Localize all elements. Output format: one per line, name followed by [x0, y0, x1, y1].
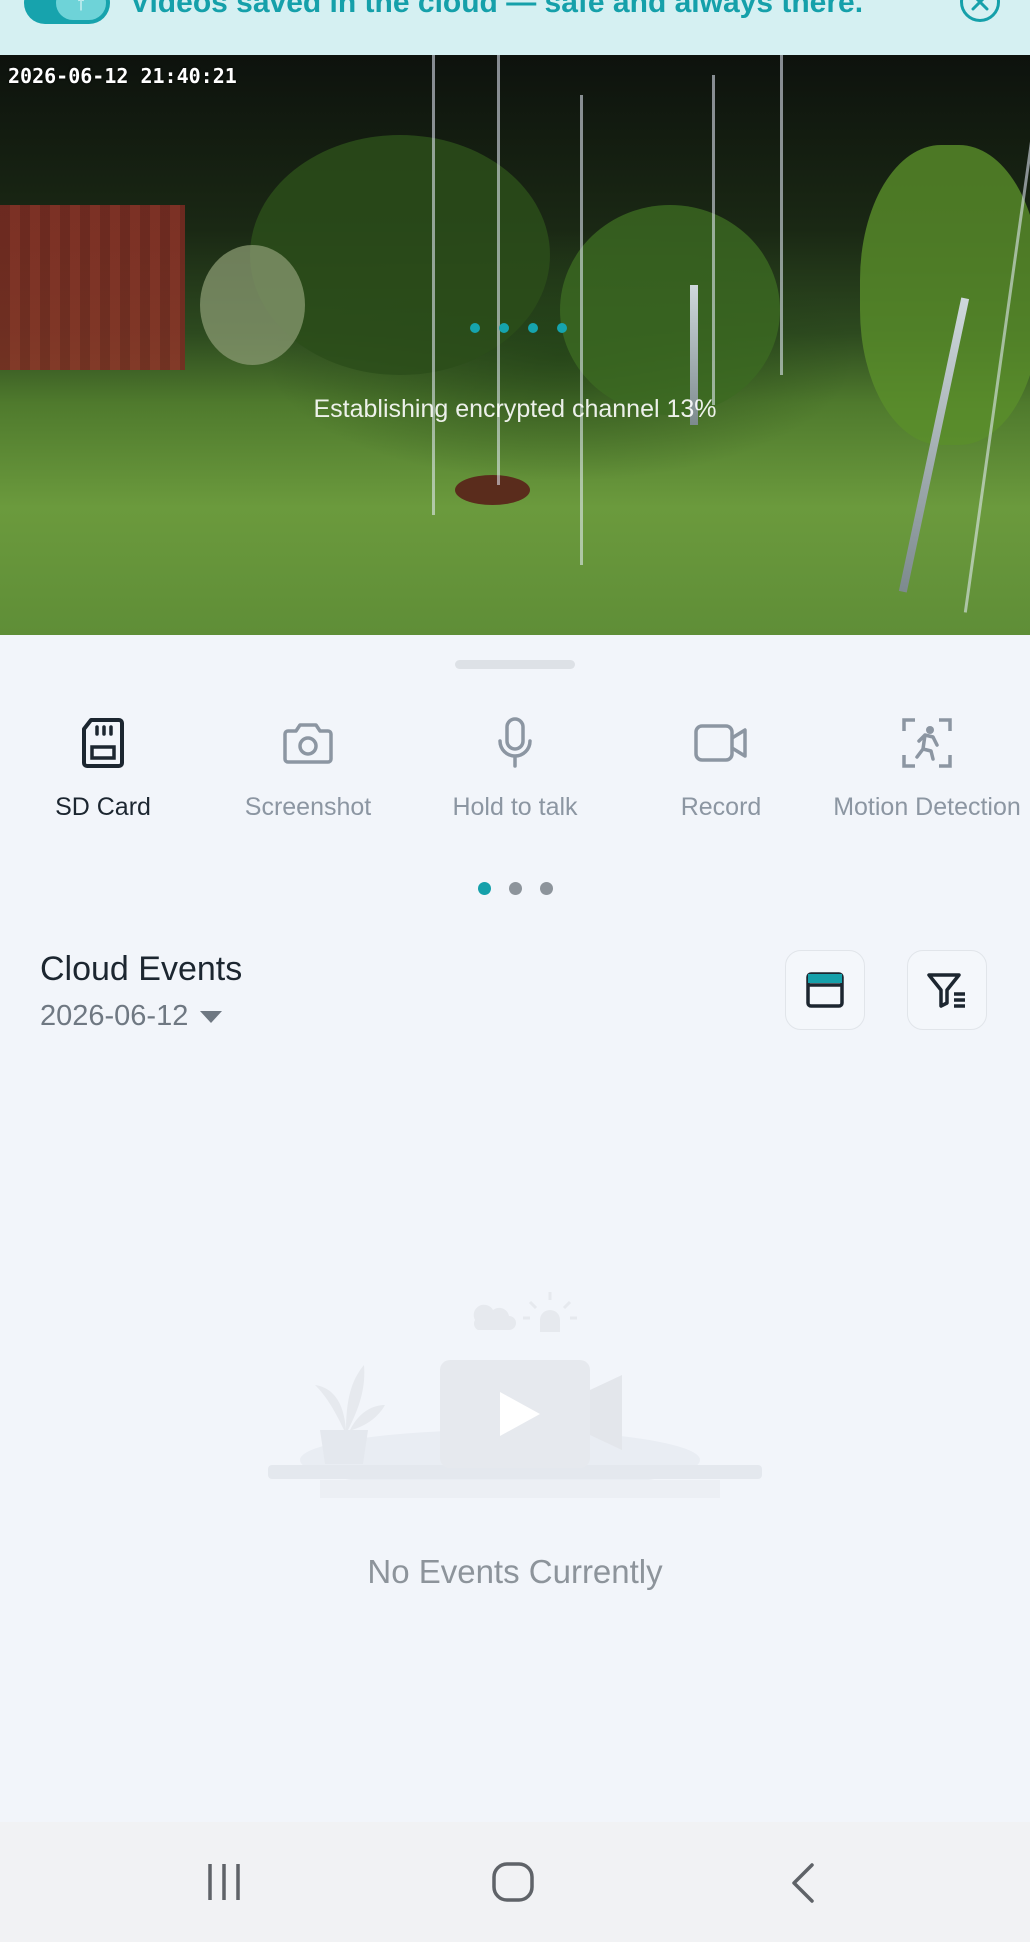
feed-scenery-mulch — [455, 475, 530, 505]
empty-events-illustration — [260, 1280, 770, 1520]
recent-apps-icon[interactable] — [204, 1862, 244, 1907]
back-icon[interactable] — [788, 1862, 816, 1909]
sd-card-icon — [8, 713, 198, 773]
system-nav-bar — [0, 1822, 1030, 1942]
empty-state-text: No Events Currently — [367, 1553, 663, 1590]
feed-timestamp: 2026-06-12 21:40:21 — [8, 64, 237, 88]
sd-card-button[interactable]: SD Card — [8, 713, 198, 823]
screenshot-button[interactable]: Screenshot — [213, 713, 403, 823]
close-icon[interactable] — [960, 0, 1000, 22]
home-icon[interactable] — [491, 1862, 535, 1907]
screenshot-label: Screenshot — [244, 793, 372, 821]
rain-streak — [432, 55, 435, 515]
loading-dots — [470, 320, 586, 338]
feed-scenery-shrub — [200, 245, 305, 365]
camera-live-view[interactable]: 2026-06-12 21:40:21 Establishing encrypt… — [0, 55, 1030, 635]
feed-scenery-tree — [560, 205, 780, 415]
record-label: Record — [680, 793, 762, 821]
selected-date: 2026-06-12 — [40, 1000, 189, 1032]
hold-to-talk-label: Hold to talk — [452, 793, 578, 821]
pager-dot[interactable] — [539, 882, 553, 895]
camera-controls: SD Card Screenshot Hold to talk Record M… — [0, 713, 1030, 863]
microphone-icon — [420, 713, 610, 773]
pager-dot[interactable] — [508, 882, 522, 895]
banner-text: Videos saved in the cloud — safe and alw… — [130, 0, 864, 19]
layout-view-icon — [806, 972, 844, 1008]
record-button[interactable]: Record — [626, 713, 816, 823]
cloud-events-title: Cloud Events — [40, 950, 243, 988]
rain-streak — [712, 75, 715, 405]
hold-to-talk-button[interactable]: Hold to talk — [420, 713, 610, 823]
filter-button[interactable] — [907, 950, 987, 1030]
cloud-toggle[interactable]: ↑ — [24, 0, 110, 24]
feed-scenery-fence — [0, 205, 185, 370]
video-camera-icon — [626, 713, 816, 773]
pager-dot-active[interactable] — [477, 882, 491, 895]
cloud-promo-banner[interactable]: ↑ Videos saved in the cloud — safe and a… — [0, 0, 1030, 55]
date-selector[interactable]: 2026-06-12 — [40, 1000, 223, 1033]
control-pager[interactable] — [0, 882, 1030, 900]
upload-arrow-icon: ↑ — [56, 0, 106, 20]
motion-detection-icon — [832, 713, 1022, 773]
sd-card-label: SD Card — [55, 793, 151, 821]
motion-detection-button[interactable]: Motion Detection — [832, 713, 1022, 823]
filter-icon — [927, 973, 965, 1008]
camera-icon — [213, 713, 403, 773]
connection-status: Establishing encrypted channel 13% — [313, 395, 717, 423]
motion-detection-label: Motion Detection — [833, 793, 1021, 821]
drag-handle[interactable] — [455, 660, 575, 669]
dropdown-caret-icon — [200, 1010, 223, 1023]
layout-view-button[interactable] — [785, 950, 865, 1030]
rain-streak — [780, 55, 783, 375]
